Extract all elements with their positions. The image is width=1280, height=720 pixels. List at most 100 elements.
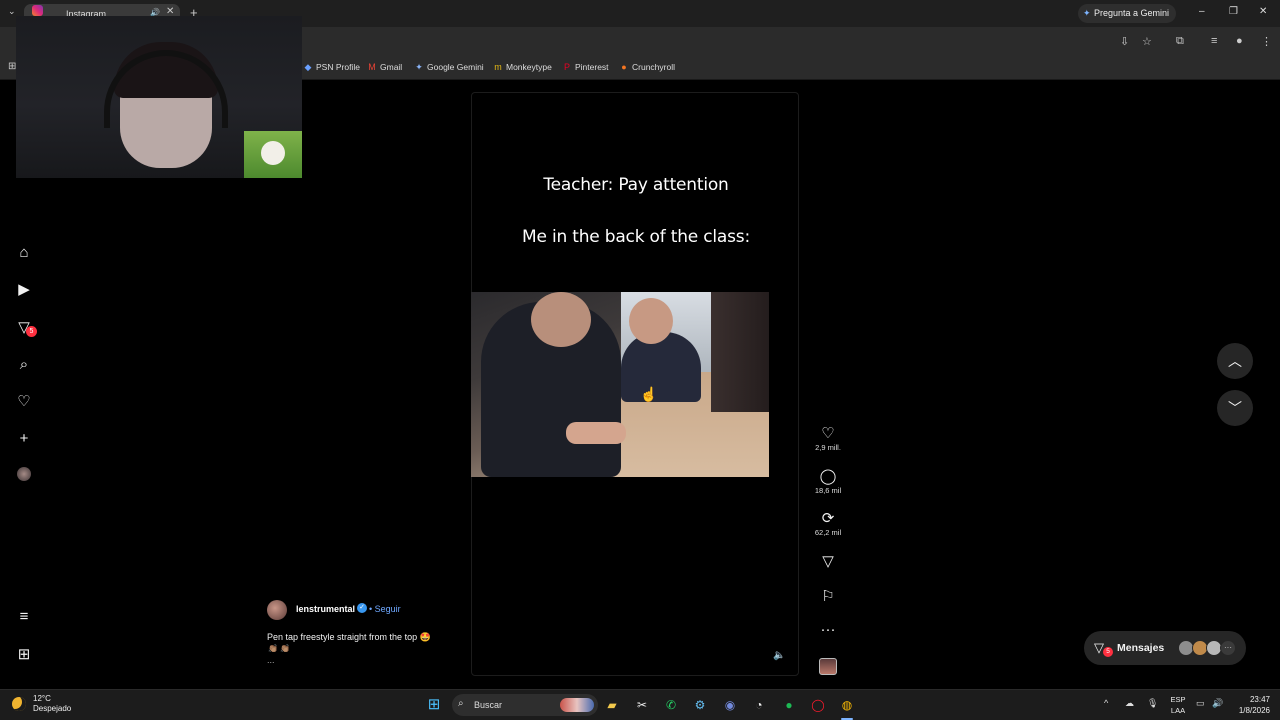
reel-text-line2: Me in the back of the class: [522, 227, 750, 247]
search-highlight-image [560, 698, 594, 712]
moon-weather-icon[interactable] [12, 697, 26, 711]
comment-count: 18,6 mil [814, 486, 842, 495]
like-button[interactable]: ♡ 2,9 mill. [812, 425, 844, 453]
ask-gemini-label: Pregunta a Gemini [1094, 8, 1170, 18]
comment-button[interactable]: ◯ 18,6 mil [812, 468, 844, 496]
reels-icon[interactable]: ▶ [14, 279, 34, 299]
spotify-icon[interactable]: ● [780, 696, 798, 714]
messages-badge: 5 [1103, 647, 1113, 657]
microphone-icon[interactable]: 🎙 [1147, 698, 1158, 709]
window-close-icon[interactable]: ✕ [1259, 6, 1267, 17]
crunchyroll-icon: ● [621, 62, 627, 72]
reel-text-line1: Teacher: Pay attention [543, 175, 729, 195]
caption-more-link[interactable]: ... [267, 655, 275, 665]
profile-avatar-icon[interactable]: ● [1236, 35, 1243, 47]
reel-video-frame[interactable] [471, 292, 769, 477]
speaker-icon[interactable]: 🔊 [1212, 698, 1223, 709]
instagram-favicon-icon [32, 5, 43, 16]
restore-icon[interactable]: ❐ [1229, 6, 1238, 17]
temperature: 12°C [33, 694, 51, 703]
taskbar-search[interactable]: ⌕ Buscar [452, 694, 598, 716]
notification-badge: 5 [26, 326, 37, 337]
verified-badge-icon: ✓ [357, 603, 367, 613]
dog-photo [244, 131, 302, 178]
whatsapp-icon[interactable]: ✆ [662, 696, 680, 714]
video-person-right-head [629, 298, 673, 344]
plus-icon[interactable]: + [14, 428, 34, 448]
more-contacts-icon: ··· [1220, 640, 1236, 656]
system-clock[interactable]: 23:47 1/8/2026 [1232, 694, 1270, 716]
chrome-icon[interactable]: ◍ [838, 696, 856, 714]
language-indicator[interactable]: ESP LAA [1169, 694, 1187, 716]
media-control-icon[interactable]: ≡ [1211, 35, 1217, 47]
comment-icon: ◯ [819, 468, 837, 485]
psn-icon: ◆ [304, 62, 312, 72]
opera-gx-icon[interactable]: ◯ [809, 696, 827, 714]
windows-taskbar: 12°C Despejado ⊞ ⌕ Buscar ▰ ✂ ✆ ⚙ ◉ ◔ ● … [0, 689, 1280, 720]
share-button[interactable]: ▽ [812, 554, 844, 570]
gemini-star-icon: ✦ [1083, 8, 1091, 18]
profile-avatar[interactable] [17, 467, 31, 481]
bookmark-star-icon[interactable]: ☆ [1142, 35, 1152, 48]
search-placeholder: Buscar [474, 700, 503, 710]
video-hands [566, 422, 626, 444]
windows-start-icon[interactable]: ⊞ [425, 696, 443, 714]
audio-thumbnail[interactable] [819, 658, 837, 675]
discord-icon[interactable]: ◉ [721, 696, 739, 714]
bookmark-crunchyroll[interactable]: ● Crunchyroll [619, 62, 675, 72]
video-curtain [711, 292, 769, 412]
weather-condition: Despejado [33, 704, 72, 713]
next-reel-button[interactable]: ﹀ [1217, 390, 1253, 426]
follow-button[interactable]: • Seguir [369, 604, 401, 614]
reel-caption-line2: 👏🏽 👏🏽 [268, 644, 291, 653]
author-name[interactable]: lenstrumental [296, 604, 355, 614]
previous-reel-button[interactable]: ︿ [1217, 343, 1253, 379]
home-icon[interactable]: ⌂ [14, 242, 34, 262]
save-button[interactable]: ⚐ [812, 589, 844, 605]
tab-search-chevron-icon[interactable]: ⌄ [8, 6, 16, 17]
messages-label: Mensajes [1117, 642, 1165, 654]
messages-button[interactable]: ▽ 5 Mensajes ··· [1084, 631, 1246, 665]
pinterest-icon: P [563, 62, 570, 72]
ask-gemini-button[interactable]: ✦ Pregunta a Gemini [1078, 4, 1176, 23]
apps-icon[interactable]: ⊞ [14, 644, 34, 664]
extensions-icon[interactable]: ⧉ [1176, 35, 1184, 48]
gemini-icon: ✦ [415, 62, 423, 72]
repost-icon: ⟳ [821, 510, 835, 527]
weather-widget[interactable]: 12°C Despejado [33, 694, 71, 714]
minimize-icon[interactable]: – [1199, 6, 1205, 17]
more-options-button[interactable]: ··· [812, 622, 844, 638]
browser-menu-icon[interactable]: ⋮ [1261, 35, 1272, 48]
volume-icon[interactable]: 🔈 [773, 650, 785, 661]
network-icon[interactable]: ▭ [1196, 698, 1205, 709]
search-icon[interactable]: ⌕ [14, 354, 34, 374]
bookmark-pinterest[interactable]: P Pinterest [562, 62, 609, 72]
tray-chevron-icon[interactable]: ^ [1104, 698, 1108, 708]
monkeytype-icon: m [494, 62, 502, 72]
more-icon: ··· [820, 621, 836, 638]
repost-count: 62,2 mil [814, 528, 842, 537]
heart-icon: ♡ [821, 425, 835, 442]
gmail-icon: M [368, 62, 376, 72]
like-count: 2,9 mill. [815, 443, 841, 452]
onedrive-icon[interactable]: ☁ [1125, 698, 1134, 709]
send-icon: ▽ [822, 553, 834, 570]
file-explorer-icon[interactable]: ▰ [603, 696, 621, 714]
bookmark-psn[interactable]: ◆ PSN Profile [303, 62, 360, 73]
heart-icon[interactable]: ♡ [14, 391, 34, 411]
repost-button[interactable]: ⟳ 62,2 mil [812, 510, 844, 538]
bookmark-gemini[interactable]: ✦ Google Gemini [414, 62, 483, 73]
steam-icon[interactable]: ⚙ [691, 696, 709, 714]
menu-icon[interactable]: ≡ [14, 606, 34, 626]
bookmark-monkeytype[interactable]: m Monkeytype [493, 62, 552, 72]
clock-time: 23:47 [1249, 695, 1270, 704]
video-person-right [621, 332, 701, 402]
video-person-left-head [531, 292, 591, 347]
address-bar[interactable] [300, 30, 1110, 52]
capcut-icon[interactable]: ✂ [633, 696, 651, 714]
clock-date: 1/8/2026 [1238, 706, 1270, 715]
install-app-icon[interactable]: ⇩ [1120, 35, 1129, 48]
clock-app-icon[interactable]: ◔ [750, 696, 768, 714]
author-avatar[interactable] [267, 600, 287, 620]
bookmark-gmail[interactable]: M Gmail [367, 62, 402, 72]
